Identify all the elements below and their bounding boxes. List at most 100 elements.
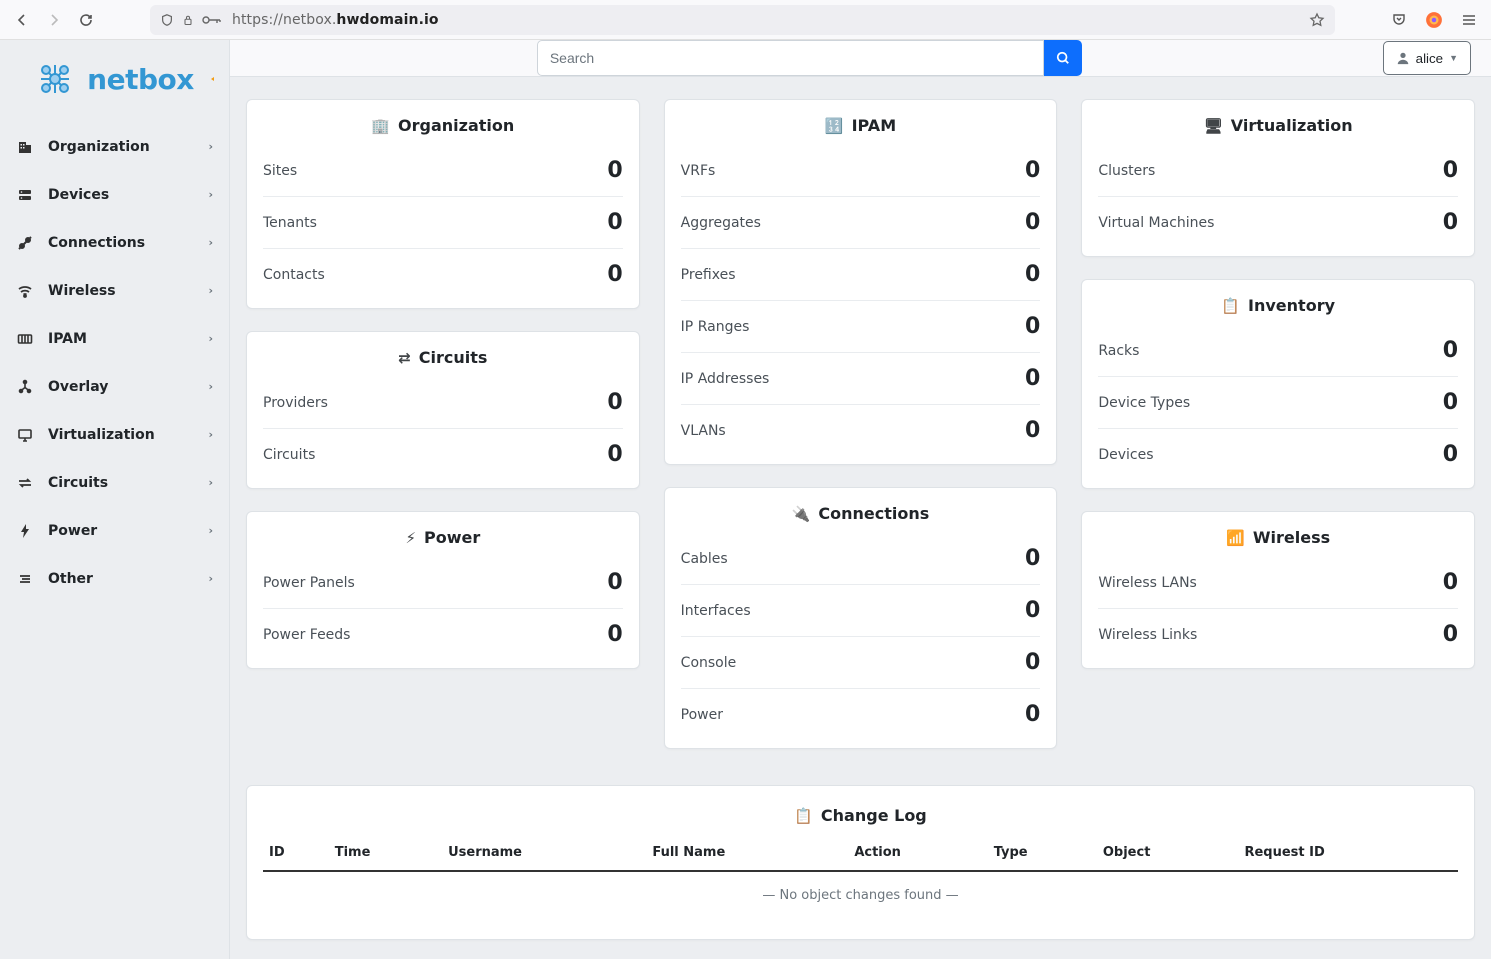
table-header: Type <box>988 835 1097 871</box>
pin-icon[interactable] <box>203 73 215 85</box>
card-title: Inventory <box>1248 296 1335 315</box>
menu-icon[interactable] <box>1461 12 1477 28</box>
sidebar-item-other[interactable]: Other › <box>0 554 229 602</box>
stat-label: Sites <box>263 163 297 179</box>
search-icon <box>1056 51 1070 65</box>
card-wireless: 📶Wireless Wireless LANs0Wireless Links0 <box>1081 511 1475 669</box>
cable-icon: 🔌 <box>792 505 811 523</box>
stat-count: 0 <box>1443 570 1458 595</box>
stat-row[interactable]: IP Addresses0 <box>681 353 1041 405</box>
stat-label: Racks <box>1098 343 1139 359</box>
url-bar[interactable]: https://netbox.hwdomain.io <box>150 5 1335 35</box>
stat-row[interactable]: Sites 0 <box>263 145 623 197</box>
card-changelog: 📋Change Log IDTimeUsernameFull NameActio… <box>246 785 1475 940</box>
stat-count: 0 <box>1025 210 1040 235</box>
browser-nav <box>14 12 94 28</box>
stat-label: Tenants <box>263 215 317 231</box>
stat-label: Power Feeds <box>263 627 350 643</box>
stat-count: 0 <box>1025 158 1040 183</box>
stat-label: Virtual Machines <box>1098 215 1214 231</box>
sidebar-item-ipam[interactable]: IPAM › <box>0 314 229 362</box>
stat-row[interactable]: Contacts 0 <box>263 249 623 300</box>
stat-row[interactable]: Power Feeds0 <box>263 609 623 660</box>
stat-row[interactable]: Circuits0 <box>263 429 623 480</box>
stat-count: 0 <box>607 262 622 287</box>
stat-row[interactable]: Aggregates0 <box>681 197 1041 249</box>
card-title: Power <box>424 528 480 547</box>
stat-label: VRFs <box>681 163 716 179</box>
stat-row[interactable]: Power0 <box>681 689 1041 740</box>
sidebar-item-organization[interactable]: Organization › <box>0 122 229 170</box>
sidebar-item-overlay[interactable]: Overlay › <box>0 362 229 410</box>
reload-button[interactable] <box>78 12 94 28</box>
stat-row[interactable]: Devices0 <box>1098 429 1458 480</box>
sidebar-label: IPAM <box>48 331 194 347</box>
sidebar-item-power[interactable]: Power › <box>0 506 229 554</box>
stat-label: IP Ranges <box>681 319 750 335</box>
chevron-right-icon: › <box>208 284 213 297</box>
stat-row[interactable]: Tenants0 <box>263 197 623 249</box>
brand-text: netbox <box>87 63 194 96</box>
sidebar-label: Overlay <box>48 379 194 395</box>
stat-row[interactable]: Cables0 <box>681 533 1041 585</box>
list-icon: 📋 <box>1221 297 1240 315</box>
sidebar-label: Circuits <box>48 475 194 491</box>
sidebar-item-wireless[interactable]: Wireless › <box>0 266 229 314</box>
building-icon <box>16 139 34 155</box>
stat-count: 0 <box>607 158 622 183</box>
card-title: Change Log <box>821 806 927 825</box>
chevron-right-icon: › <box>208 428 213 441</box>
forward-button[interactable] <box>46 12 62 28</box>
search-button[interactable] <box>1044 40 1082 76</box>
sidebar-label: Connections <box>48 235 194 251</box>
stat-row[interactable]: Virtual Machines0 <box>1098 197 1458 248</box>
stat-row[interactable]: Clusters0 <box>1098 145 1458 197</box>
stat-label: Console <box>681 655 737 671</box>
stat-row[interactable]: VRFs 0 <box>681 145 1041 197</box>
stat-row[interactable]: Racks 0 <box>1098 325 1458 377</box>
sidebar-item-connections[interactable]: Connections › <box>0 218 229 266</box>
back-button[interactable] <box>14 12 30 28</box>
stat-row[interactable]: IP Ranges0 <box>681 301 1041 353</box>
stat-row[interactable]: Wireless Links0 <box>1098 609 1458 660</box>
stat-row[interactable]: Prefixes0 <box>681 249 1041 301</box>
stat-row[interactable]: Power Panels0 <box>263 557 623 609</box>
sidebar-item-virtualization[interactable]: Virtualization › <box>0 410 229 458</box>
stat-row[interactable]: Providers0 <box>263 377 623 429</box>
table-header: Full Name <box>646 835 848 871</box>
sidebar-item-devices[interactable]: Devices › <box>0 170 229 218</box>
table-header: Object <box>1097 835 1239 871</box>
stat-row[interactable]: Interfaces0 <box>681 585 1041 637</box>
pocket-icon[interactable] <box>1391 12 1407 28</box>
brand-logo[interactable]: netbox <box>0 40 229 118</box>
firefox-icon[interactable] <box>1425 11 1443 29</box>
counter-icon: 🔢 <box>825 117 844 135</box>
sidebar-label: Devices <box>48 187 194 203</box>
stat-row[interactable]: VLANs0 <box>681 405 1041 456</box>
stat-label: Power <box>681 707 723 723</box>
stat-row[interactable]: Wireless LANs0 <box>1098 557 1458 609</box>
stat-count: 0 <box>1443 338 1458 363</box>
stat-count: 0 <box>1025 598 1040 623</box>
stat-row[interactable]: Device Types0 <box>1098 377 1458 429</box>
stat-count: 0 <box>607 442 622 467</box>
stat-count: 0 <box>1443 622 1458 647</box>
search-input[interactable] <box>537 40 1044 76</box>
sidebar-nav: Organization › Devices › Connections › W… <box>0 118 229 602</box>
counter-icon <box>16 331 34 347</box>
table-header-row: IDTimeUsernameFull NameActionTypeObjectR… <box>263 835 1458 871</box>
person-icon <box>1396 51 1410 65</box>
stat-label: VLANs <box>681 423 726 439</box>
bookmark-icon[interactable] <box>1309 12 1325 28</box>
stat-label: Contacts <box>263 267 325 283</box>
stat-count: 0 <box>1025 262 1040 287</box>
card-title: Circuits <box>419 348 488 367</box>
sidebar-item-circuits[interactable]: Circuits › <box>0 458 229 506</box>
dashboard: 🏢Organization Sites0Tenants0Contacts0 ⇄C… <box>230 77 1491 959</box>
stat-count: 0 <box>1025 546 1040 571</box>
wifi-icon: 📶 <box>1226 529 1245 547</box>
lock-icon <box>182 13 194 27</box>
stat-row[interactable]: Console0 <box>681 637 1041 689</box>
table-header: ID <box>263 835 329 871</box>
user-menu[interactable]: alice ▼ <box>1383 41 1471 75</box>
